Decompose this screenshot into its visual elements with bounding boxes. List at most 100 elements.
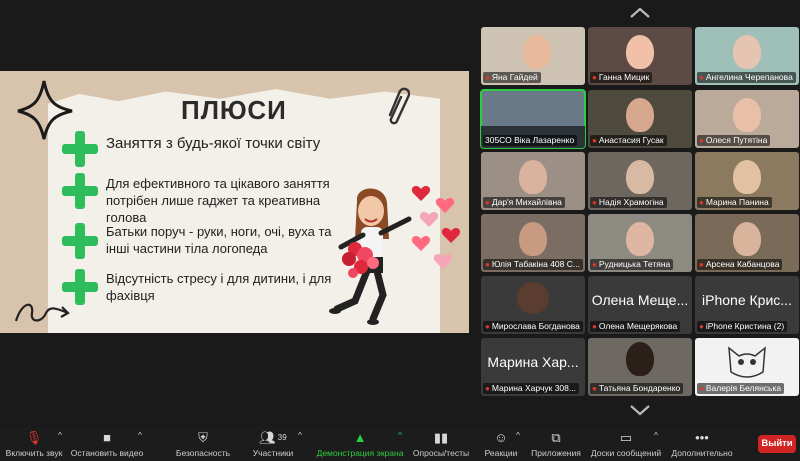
participant-name: Надія Храмогіна xyxy=(598,197,664,207)
smiley-plus-icon: ☺ xyxy=(494,430,508,445)
participant-tile[interactable]: ● Татьяна Бондаренко xyxy=(588,338,692,396)
participant-tile[interactable]: ● Анастасия Гусак xyxy=(588,90,692,148)
muted-mic-icon: ● xyxy=(485,198,490,207)
participant-tile[interactable]: Марина Хар... ● Марина Харчук 308... xyxy=(481,338,585,396)
participant-tile[interactable]: ● Юлія Табакіна 408 С... xyxy=(481,214,585,272)
swirl-doodle-icon xyxy=(14,303,70,322)
participant-tile[interactable]: ● Арсена Кабанцова xyxy=(695,214,799,272)
apps-button[interactable]: ⧉ Приложения xyxy=(530,430,582,458)
participant-name: Юлія Табакіна 408 С... xyxy=(491,259,580,269)
slide-title: ПЛЮСИ xyxy=(181,95,287,125)
slide-bullet-1: Заняття з будь-якої точки світу xyxy=(106,135,321,152)
reactions-button[interactable]: ☺ Реакции xyxy=(482,430,520,458)
participant-tile[interactable]: ● Олеся Путятіна xyxy=(695,90,799,148)
muted-mic-icon: ● xyxy=(699,322,704,331)
share-screen-icon: ▲ xyxy=(353,430,367,445)
participant-display-name: iPhone Крис... xyxy=(702,292,792,308)
whiteboards-button[interactable]: ▭ Доски сообщений xyxy=(590,430,662,458)
memoji-avatar xyxy=(517,282,549,314)
participant-name: Валерія Белянська xyxy=(705,383,782,393)
participant-display-name: Марина Хар... xyxy=(487,354,579,370)
muted-mic-icon: ● xyxy=(485,384,490,393)
bar-chart-icon: ▮▮ xyxy=(433,430,449,445)
participant-name: Арсена Кабанцова xyxy=(705,259,780,269)
unmute-button[interactable]: 🎙︎ Включить звук xyxy=(4,430,64,458)
muted-mic-icon: ● xyxy=(592,198,597,207)
participant-name: Анастасия Гусак xyxy=(598,135,664,145)
participant-tile[interactable]: ● Рудницька Тетяна xyxy=(588,214,692,272)
polls-button[interactable]: ▮▮ Опросы/тесты xyxy=(412,430,470,458)
muted-mic-icon: ● xyxy=(592,322,597,331)
slide-bullet-2: Для ефективного та цікавого заняття потр… xyxy=(106,176,330,225)
muted-mic-icon: ● xyxy=(485,322,490,331)
participant-tile[interactable]: ● Яна Гайдей xyxy=(481,27,585,85)
people-icon: 👥︎ xyxy=(259,430,276,445)
participant-name: Олена Мещерякова xyxy=(598,321,678,331)
stop-video-button[interactable]: ■ Остановить видео xyxy=(70,430,144,458)
more-dots-icon: ••• xyxy=(695,430,709,445)
video-options-caret-icon[interactable]: ^ xyxy=(138,430,142,440)
participant-display-name: Олена Меще... xyxy=(591,292,689,308)
video-camera-icon: ■ xyxy=(103,430,111,445)
shared-screen: ПЛЮСИ Заняття з будь-якої точки світу Дл… xyxy=(0,71,469,333)
participant-tile-active-speaker[interactable]: 305СО Віка Лазаренко xyxy=(480,89,586,149)
audio-options-caret-icon[interactable]: ^ xyxy=(58,430,62,440)
participant-name: iPhone Кристина (2) xyxy=(705,321,785,331)
muted-mic-icon: ● xyxy=(699,73,704,82)
participant-name: Мирослава Богданова xyxy=(491,321,580,331)
participant-tile[interactable]: iPhone Крис... ● iPhone Кристина (2) xyxy=(695,276,799,334)
share-screen-button[interactable]: ▲ Демонстрация экрана xyxy=(314,430,406,458)
gallery-up-arrow[interactable] xyxy=(628,6,652,20)
cartoon-girl-illustration xyxy=(329,186,461,325)
plus-icon xyxy=(60,129,100,169)
chevron-down-icon xyxy=(630,405,650,416)
participant-tile[interactable]: ● Валерія Белянська xyxy=(695,338,799,396)
paperclip-icon xyxy=(388,87,410,125)
participants-button[interactable]: 👥︎ 39 Участники xyxy=(248,430,298,458)
muted-mic-icon: ● xyxy=(699,384,704,393)
slide-bullet-4: Відсутність стресу і для дитини, і для ф… xyxy=(106,271,332,303)
participant-name: Рудницька Тетяна xyxy=(598,259,671,269)
muted-mic-icon: ● xyxy=(699,198,704,207)
participant-tile[interactable]: Олена Меще... ● Олена Мещерякова xyxy=(588,276,692,334)
whiteboards-options-caret-icon[interactable]: ^ xyxy=(654,430,658,440)
muted-mic-icon: 🎙︎ xyxy=(25,430,43,445)
participant-name: Олеся Путятіна xyxy=(705,135,768,145)
security-button[interactable]: ⛨ Безопасность xyxy=(172,430,234,458)
muted-mic-icon: ● xyxy=(485,73,490,82)
muted-mic-icon: ● xyxy=(592,73,597,82)
shield-icon: ⛨ xyxy=(198,430,208,445)
muted-mic-icon: ● xyxy=(485,260,490,269)
participant-tile[interactable]: ● Надія Храмогіна xyxy=(588,152,692,210)
participants-options-caret-icon[interactable]: ^ xyxy=(298,430,302,440)
slide-bullet-3: Батьки поруч - руки, ноги, очі, вуха та … xyxy=(106,224,332,256)
participant-name: Ангелина Черепанова xyxy=(705,72,793,82)
participant-tile[interactable]: ● Дар'я Михайлівна xyxy=(481,152,585,210)
plus-icon xyxy=(60,171,100,211)
gallery-down-arrow[interactable] xyxy=(628,403,652,417)
more-button[interactable]: ••• Дополнительно xyxy=(668,430,736,458)
cat-sketch-avatar xyxy=(728,346,766,378)
muted-mic-icon: ● xyxy=(699,260,704,269)
plus-icon xyxy=(60,221,100,261)
participants-count: 39 xyxy=(277,433,287,442)
leave-meeting-button[interactable]: Выйти xyxy=(758,435,796,453)
reactions-options-caret-icon[interactable]: ^ xyxy=(516,430,520,440)
participant-name: Ганна Мицик xyxy=(598,72,650,82)
apps-icon: ⧉ xyxy=(551,430,561,445)
participant-name: Марина Панина xyxy=(705,197,769,207)
muted-mic-icon: ● xyxy=(592,384,597,393)
participant-tile[interactable]: ● Ангелина Черепанова xyxy=(695,27,799,85)
participant-name: Дар'я Михайлівна xyxy=(491,197,562,207)
participant-tile[interactable]: ● Мирослава Богданова xyxy=(481,276,585,334)
share-options-caret-icon[interactable]: ^ xyxy=(398,430,402,440)
muted-mic-icon: ● xyxy=(699,136,704,145)
muted-mic-icon: ● xyxy=(592,136,597,145)
participant-name: Марина Харчук 308... xyxy=(491,383,576,393)
whiteboard-icon: ▭ xyxy=(619,430,633,445)
meeting-toolbar: 🎙︎ Включить звук ^ ■ Остановить видео ^ … xyxy=(0,427,800,461)
participant-name: Яна Гайдей xyxy=(491,72,538,82)
participant-tile[interactable]: ● Ганна Мицик xyxy=(588,27,692,85)
participant-name: 305СО Віка Лазаренко xyxy=(485,135,575,145)
participant-tile[interactable]: ● Марина Панина xyxy=(695,152,799,210)
